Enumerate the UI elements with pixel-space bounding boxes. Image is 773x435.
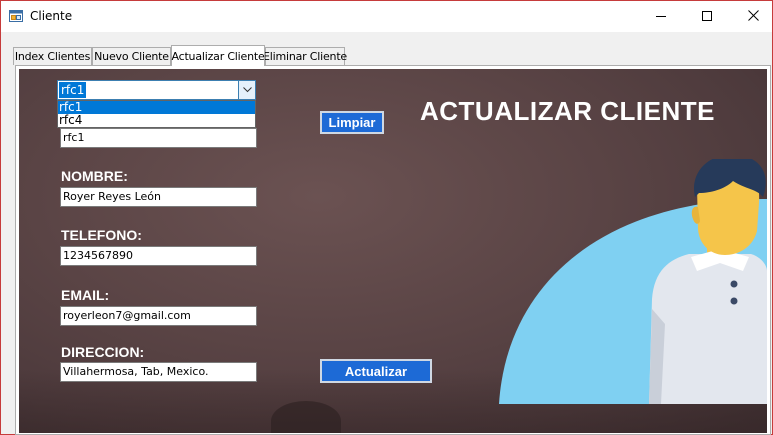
user-avatar-icon — [499, 154, 767, 404]
tab-index-clientes[interactable]: Index Clientes — [13, 47, 92, 65]
rfc-dropdown-list: rfc1 rfc4 — [57, 100, 256, 128]
close-button[interactable] — [730, 1, 773, 32]
nombre-field[interactable]: Royer Reyes León — [60, 187, 257, 207]
background-shape — [271, 401, 341, 433]
telefono-label: TELEFONO: — [61, 227, 142, 243]
email-field[interactable]: royerleon7@gmail.com — [60, 306, 257, 326]
chevron-down-icon[interactable] — [238, 81, 255, 99]
update-button[interactable]: Actualizar — [320, 359, 432, 383]
clear-button[interactable]: Limpiar — [320, 111, 384, 134]
direccion-label: DIRECCION: — [61, 344, 145, 360]
minimize-button[interactable] — [638, 1, 684, 32]
close-icon — [747, 9, 759, 24]
nombre-label: NOMBRE: — [61, 168, 128, 184]
tab-panel: ACTUALIZAR CLIENTE rfc1 rfc1 rfc4 rfc1 L… — [15, 65, 771, 435]
rfc-select-value: rfc1 — [59, 82, 87, 98]
maximize-button[interactable] — [684, 1, 730, 32]
rfc-option[interactable]: rfc4 — [58, 114, 255, 127]
email-label: EMAIL: — [61, 287, 110, 303]
rfc-option[interactable]: rfc1 — [58, 101, 255, 114]
form-panel: ACTUALIZAR CLIENTE rfc1 rfc1 rfc4 rfc1 L… — [19, 69, 767, 433]
app-form-icon — [9, 9, 23, 23]
app-window: Cliente Index Clientes Nuevo Cliente Act… — [0, 0, 773, 435]
tab-actualizar-cliente[interactable]: Actualizar Cliente — [171, 45, 265, 66]
page-title: ACTUALIZAR CLIENTE — [420, 96, 715, 126]
rfc-select[interactable]: rfc1 — [57, 80, 256, 100]
client-illustration — [499, 154, 767, 404]
maximize-icon — [702, 10, 712, 24]
window-title: Cliente — [30, 9, 73, 23]
minimize-icon — [656, 10, 666, 24]
tab-eliminar-cliente[interactable]: Eliminar Cliente — [263, 47, 347, 65]
telefono-field[interactable]: 1234567890 — [60, 246, 257, 266]
rfc-field[interactable]: rfc1 — [60, 128, 257, 148]
title-bar[interactable]: Cliente — [1, 1, 772, 32]
tab-nuevo-cliente[interactable]: Nuevo Cliente — [92, 47, 171, 65]
direccion-field[interactable]: Villahermosa, Tab, Mexico. — [60, 362, 257, 382]
